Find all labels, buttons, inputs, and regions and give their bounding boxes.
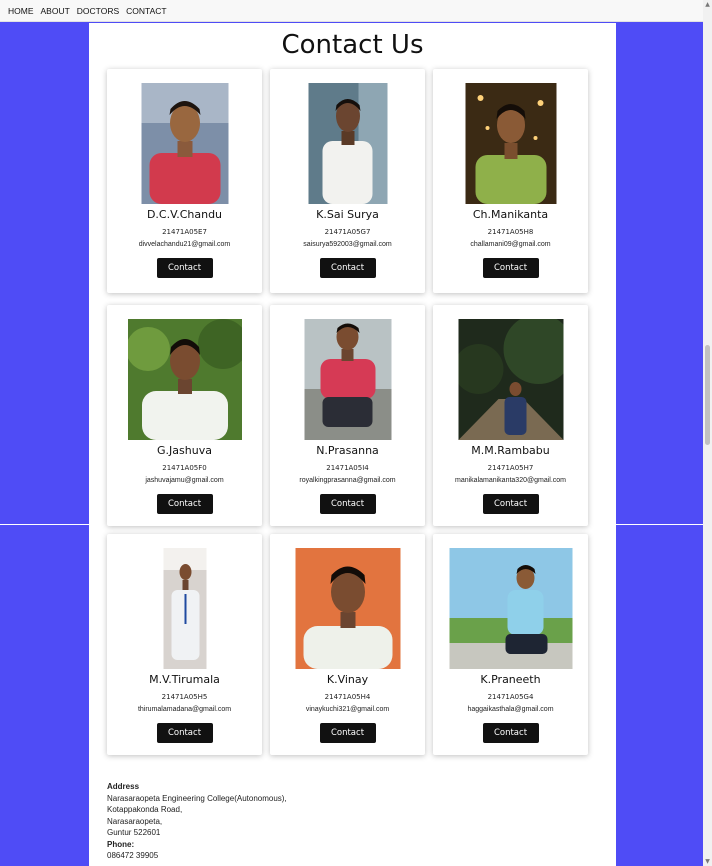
contact-button[interactable]: Contact: [482, 494, 539, 514]
contact-name: N.Prasanna: [316, 444, 379, 457]
phone-number: 086472 39905: [107, 851, 159, 860]
profile-photo: [449, 548, 572, 669]
nav-doctors[interactable]: DOCTORS: [77, 6, 119, 16]
contact-card: N.Prasanna 21471A05I4 royalkingprasanna@…: [270, 305, 425, 526]
contact-name: D.C.V.Chandu: [146, 208, 223, 221]
contact-card: K.Vinay 21471A05H4 vinaykuchi321@gmail.c…: [270, 534, 425, 755]
profile-photo: [295, 548, 400, 669]
contact-button[interactable]: Contact: [156, 494, 213, 514]
contact-roll-number: 21471A05E7: [162, 228, 207, 236]
contact-roll-number: 21471A05G7: [324, 228, 371, 236]
profile-photo: [141, 83, 228, 204]
contact-name: K.Vinay: [326, 673, 369, 686]
contact-button[interactable]: Contact: [482, 723, 539, 743]
contact-roll-number: 21471A05H4: [324, 693, 371, 701]
contact-email: royalkingprasanna@gmail.com: [299, 477, 396, 484]
contact-email: divvelachandu21@gmail.com: [138, 241, 231, 248]
contact-card: D.C.V.Chandu 21471A05E7 divvelachandu21@…: [107, 69, 262, 293]
contact-roll-number: 21471A05H7: [487, 464, 534, 472]
contact-card: M.M.Rambabu 21471A05H7 manikalamanikanta…: [433, 305, 588, 526]
contact-button[interactable]: Contact: [156, 723, 213, 743]
profile-photo: [304, 319, 391, 440]
top-nav: HOME ABOUT DOCTORS CONTACT: [0, 0, 703, 22]
contact-card: K.Praneeth 21471A05G4 haggaikasthala@gma…: [433, 534, 588, 755]
contact-button[interactable]: Contact: [319, 494, 376, 514]
contact-card: K.Sai Surya 21471A05G7 saisurya592003@gm…: [270, 69, 425, 293]
profile-photo: [163, 548, 206, 669]
contact-name: K.Praneeth: [480, 673, 541, 686]
contact-email: challamani09@gmail.com: [470, 241, 551, 248]
profile-photo: [127, 319, 242, 440]
contact-button[interactable]: Contact: [156, 258, 213, 278]
nav-home[interactable]: HOME: [8, 6, 34, 16]
contact-roll-number: 21471A05F0: [162, 464, 207, 472]
profile-photo: [458, 319, 563, 440]
page-title: Contact Us: [281, 30, 424, 60]
profile-photo: [465, 83, 556, 204]
contact-email: saisurya592003@gmail.com: [303, 241, 392, 248]
contact-button[interactable]: Contact: [482, 258, 539, 278]
address-line: Narasaraopeta,: [107, 816, 163, 826]
contact-name: Ch.Manikanta: [472, 208, 549, 221]
contact-roll-number: 21471A05H8: [487, 228, 534, 236]
address-label: Address: [107, 782, 140, 791]
address-block: Address Narasaraopeta Engineering Colleg…: [107, 781, 287, 862]
contact-card: G.Jashuva 21471A05F0 jashuvajamu@gmail.c…: [107, 305, 262, 526]
contact-email: jashuvajamu@gmail.com: [145, 477, 224, 484]
scroll-down-icon[interactable]: ▼: [703, 857, 712, 866]
contact-roll-number: 21471A05H5: [161, 693, 208, 701]
contact-name: M.V.Tirumala: [149, 673, 220, 686]
contact-roll-number: 21471A05I4: [326, 464, 369, 472]
contact-card: M.V.Tirumala 21471A05H5 thirumalamadana@…: [107, 534, 262, 755]
contact-roll-number: 21471A05G4: [487, 693, 534, 701]
address-line: Narasaraopeta Engineering College(Autono…: [107, 793, 287, 803]
contact-email: thirumalamadana@gmail.com: [137, 706, 232, 713]
contact-email: manikalamanikanta320@gmail.com: [455, 477, 566, 484]
page-scrollbar[interactable]: ▲ ▼: [703, 0, 712, 866]
address-line: Kotappakonda Road,: [107, 805, 183, 814]
phone-label: Phone:: [107, 839, 135, 849]
profile-photo: [308, 83, 387, 204]
address-line: Guntur 522601: [107, 828, 161, 837]
contact-button[interactable]: Contact: [319, 723, 376, 743]
contact-name: G.Jashuva: [157, 444, 212, 457]
contact-email: vinaykuchi321@gmail.com: [305, 706, 390, 713]
contact-name: K.Sai Surya: [316, 208, 379, 221]
contact-email: haggaikasthala@gmail.com: [467, 706, 554, 713]
nav-contact[interactable]: CONTACT: [126, 6, 166, 16]
contact-button[interactable]: Contact: [319, 258, 376, 278]
nav-about[interactable]: ABOUT: [41, 6, 70, 16]
contact-card: Ch.Manikanta 21471A05H8 challamani09@gma…: [433, 69, 588, 293]
scroll-up-icon[interactable]: ▲: [703, 0, 712, 9]
scroll-thumb[interactable]: [705, 345, 710, 445]
contact-name: M.M.Rambabu: [471, 444, 550, 457]
